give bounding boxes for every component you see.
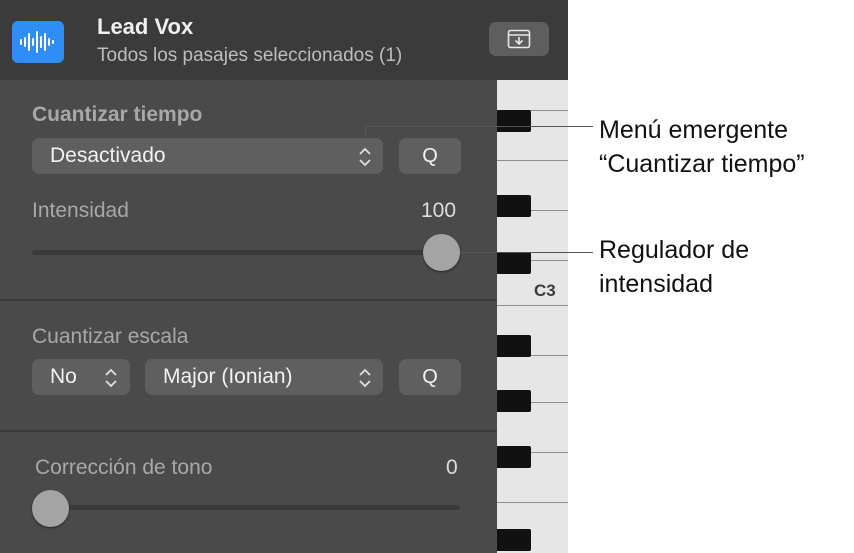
callout-leader [460, 252, 593, 253]
scale-quantize-q-button[interactable]: Q [399, 359, 461, 395]
download-button[interactable] [489, 22, 549, 56]
time-quantize-title: Cuantizar tiempo [32, 103, 203, 126]
region-header: Lead Vox Todos los pasajes seleccionados… [0, 0, 568, 80]
track-name: Lead Vox [97, 14, 194, 39]
black-key[interactable] [497, 195, 531, 217]
audio-waveform-icon [12, 21, 64, 63]
scale-type-value: Major (Ionian) [163, 365, 293, 388]
popup-callout-line1: Menú emergente [599, 116, 789, 144]
black-key[interactable] [497, 529, 531, 551]
time-quantize-q-button[interactable]: Q [399, 138, 461, 174]
popup-callout-line2: “Cuantizar tiempo” [599, 150, 805, 178]
slider-callout: Regulador de intensidad [599, 233, 749, 301]
strength-slider-track[interactable] [32, 250, 460, 255]
section-divider [0, 299, 497, 301]
time-quantize-popup[interactable]: Desactivado [32, 138, 383, 174]
updown-chevron-icon [359, 147, 371, 167]
pitch-correction-slider-track[interactable] [32, 505, 460, 510]
c3-key-label: C3 [534, 281, 556, 300]
scale-type-popup[interactable]: Major (Ionian) [145, 359, 383, 395]
download-tray-icon [507, 29, 531, 49]
popup-callout: Menú emergente “Cuantizar tiempo” [599, 113, 805, 181]
scale-quantize-title: Cuantizar escala [32, 325, 189, 348]
selection-subtitle: Todos los pasajes seleccionados (1) [97, 45, 403, 66]
strength-slider-thumb[interactable] [423, 234, 460, 271]
black-key[interactable] [497, 252, 531, 274]
time-quantize-popup-value: Desactivado [50, 144, 166, 167]
slider-callout-line1: Regulador de [599, 236, 750, 264]
white-key-divider [497, 502, 568, 503]
pitch-correction-value: 0 [446, 456, 458, 479]
updown-chevron-icon [105, 368, 117, 388]
callout-leader [365, 126, 593, 127]
section-divider [0, 430, 497, 432]
strength-label: Intensidad [32, 199, 129, 222]
slider-callout-line2: intensidad [599, 270, 713, 298]
scale-key-value: No [50, 365, 77, 388]
black-key[interactable] [497, 390, 531, 412]
black-key[interactable] [497, 335, 531, 357]
pitch-correction-title: Corrección de tono [35, 456, 213, 479]
strength-value: 100 [421, 199, 457, 222]
black-key[interactable] [497, 446, 531, 468]
white-key-divider [497, 305, 568, 306]
updown-chevron-icon [359, 368, 371, 388]
callout-leader [365, 126, 366, 138]
pitch-correction-slider-thumb[interactable] [32, 490, 69, 527]
scale-key-popup[interactable]: No [32, 359, 130, 395]
white-key-divider [497, 160, 568, 161]
piano-keyboard[interactable] [497, 80, 568, 553]
black-key[interactable] [497, 110, 531, 132]
